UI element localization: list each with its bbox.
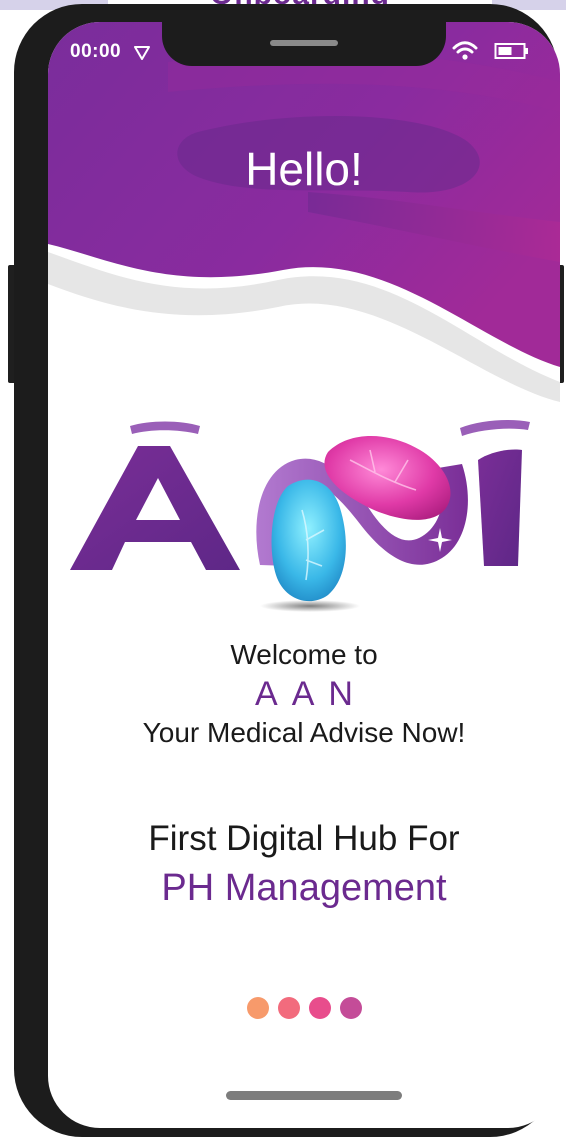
hub-heading: First Digital Hub For — [148, 819, 460, 858]
logo-macron-a — [130, 421, 200, 434]
home-indicator[interactable] — [226, 1091, 402, 1100]
pagination-dots — [48, 997, 560, 1019]
welcome-heading: Welcome to — [230, 639, 378, 670]
logo-blue-lung — [271, 479, 346, 602]
logo-letter-a — [70, 446, 240, 570]
brand-name: AAN — [255, 675, 367, 713]
wifi-icon — [452, 41, 478, 60]
aan-logo — [70, 420, 530, 612]
hub-subheading: PH Management — [161, 867, 447, 909]
pagination-dot-1[interactable] — [246, 997, 269, 1019]
logo-letter-i — [478, 449, 522, 566]
status-time: 00:00 — [70, 41, 122, 62]
pagination-dot-2[interactable] — [277, 997, 300, 1019]
pagination-dot-3[interactable] — [308, 997, 331, 1019]
signal-triangle-icon — [134, 46, 150, 60]
battery-icon — [494, 43, 528, 59]
pagination-dot-4[interactable] — [339, 997, 362, 1019]
phone-frame: 00:00 Hello! Welcome to AAN Your Medical… — [14, 4, 560, 1137]
greeting-title: Hello! — [245, 143, 363, 195]
header-wave-background — [48, 22, 560, 402]
brand-tagline: Your Medical Advise Now! — [142, 717, 466, 748]
phone-notch — [162, 22, 446, 66]
speaker-grille — [270, 40, 338, 46]
page: Onboarding — [0, 0, 566, 1141]
logo-macron-i — [460, 420, 530, 436]
phone-screen: 00:00 Hello! Welcome to AAN Your Medical… — [48, 22, 560, 1128]
